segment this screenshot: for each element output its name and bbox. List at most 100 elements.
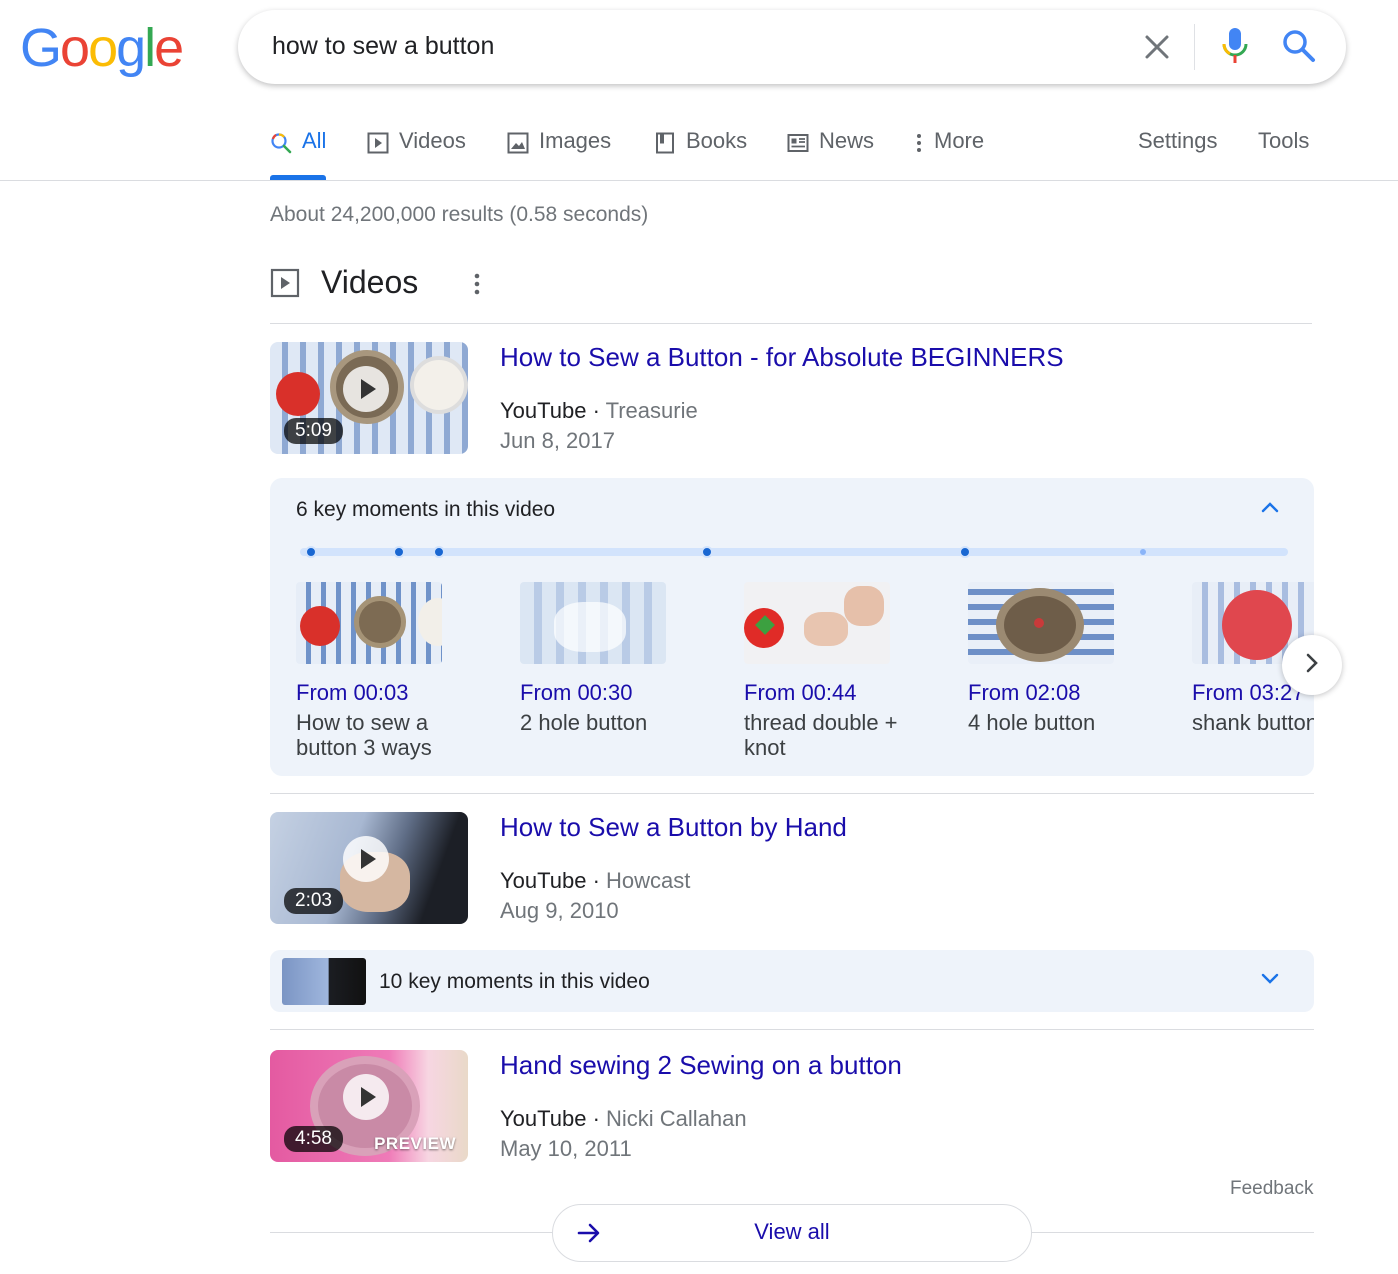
video-result: 5:09 How to Sew a Button - for Absolute … [270, 342, 1314, 462]
tools-link[interactable]: Tools [1258, 128, 1309, 180]
video-play-icon [270, 268, 300, 303]
settings-link[interactable]: Settings [1138, 128, 1218, 180]
play-icon[interactable] [343, 366, 389, 412]
video-channel: Treasurie [605, 398, 698, 423]
chevron-right-icon [1304, 652, 1320, 679]
red-button-image [276, 372, 320, 416]
video-result: 4:58 PREVIEW Hand sewing 2 Sewing on a b… [270, 1050, 1314, 1170]
key-moment-thumbnail[interactable] [520, 582, 666, 664]
tab-label: All [302, 128, 327, 153]
key-moment-thumbnail[interactable] [744, 582, 890, 664]
view-all-button[interactable]: View all [552, 1204, 1032, 1262]
result-stats: About 24,200,000 results (0.58 seconds) [270, 203, 649, 226]
video-source: YouTube · Howcast [500, 868, 691, 893]
key-moment-thumbnail[interactable] [296, 582, 442, 664]
search-icon[interactable] [1280, 26, 1318, 66]
video-date: May 10, 2011 [500, 1136, 632, 1161]
chevron-down-icon[interactable] [1260, 972, 1280, 991]
key-moment-time[interactable]: From 00:03 [296, 680, 476, 706]
video-date: Jun 8, 2017 [500, 428, 615, 453]
video-source: YouTube · Treasurie [500, 398, 698, 423]
tab-videos[interactable]: Videos [367, 128, 466, 180]
microphone-icon[interactable] [1218, 26, 1252, 66]
result-divider [270, 1029, 1314, 1030]
video-thumbnail[interactable]: 5:09 [270, 342, 468, 454]
next-moments-button[interactable] [1282, 635, 1342, 695]
search-input[interactable] [272, 32, 1092, 61]
video-title-link[interactable]: How to Sew a Button - for Absolute BEGIN… [500, 342, 1064, 373]
search-icon [270, 128, 292, 160]
timeline-marker[interactable] [305, 546, 317, 558]
tab-label: Images [539, 128, 612, 153]
key-moment-time[interactable]: From 02:08 [968, 680, 1148, 706]
video-play-icon [367, 128, 389, 160]
timeline-marker[interactable] [701, 546, 713, 558]
video-channel: Nicki Callahan [606, 1106, 747, 1131]
video-thumbnail[interactable]: 4:58 PREVIEW [270, 1050, 468, 1162]
key-moment[interactable]: From 02:08 4 hole button [968, 582, 1148, 735]
timeline-marker[interactable] [393, 546, 405, 558]
key-moment[interactable]: From 00:03 How to sew a button 3 ways [296, 582, 476, 760]
videos-section-header: Videos [270, 262, 1312, 324]
timeline-end-marker [1140, 549, 1146, 555]
logo-letter: o [88, 18, 118, 78]
key-moments-collapsed[interactable]: 10 key moments in this video [270, 950, 1314, 1012]
tab-label: Videos [399, 128, 466, 153]
google-logo[interactable]: Google [20, 18, 184, 78]
video-duration: 4:58 [284, 1126, 343, 1152]
key-moments-title: 10 key moments in this video [379, 970, 650, 993]
video-result: 2:03 How to Sew a Button by Hand YouTube… [270, 812, 1314, 932]
key-moments-title: 6 key moments in this video [296, 498, 556, 521]
video-title-link[interactable]: Hand sewing 2 Sewing on a button [500, 1050, 902, 1081]
key-moment[interactable]: From 00:30 2 hole button [520, 582, 700, 735]
key-moment-time[interactable]: From 00:44 [744, 680, 924, 706]
timeline-marker[interactable] [433, 546, 445, 558]
key-moment-label: 4 hole button [968, 710, 1096, 735]
image-icon [507, 128, 529, 160]
key-moment[interactable]: From 00:44 thread double + knot [744, 582, 924, 760]
key-moments-timeline[interactable] [300, 546, 1288, 558]
tab-news[interactable]: News [787, 128, 874, 180]
more-vertical-icon[interactable] [470, 272, 484, 301]
tab-label: More [934, 128, 985, 153]
clear-icon[interactable] [1138, 28, 1176, 66]
timeline-marker[interactable] [959, 546, 971, 558]
logo-letter: G [20, 18, 62, 78]
tab-label: News [819, 128, 875, 153]
tab-more[interactable]: More [914, 128, 984, 180]
key-moment-thumbnail[interactable] [968, 582, 1114, 664]
more-vertical-icon [914, 128, 924, 160]
feedback-link[interactable]: Feedback [1230, 1178, 1313, 1200]
video-platform: YouTube [500, 398, 587, 423]
key-moment-label: shank button [1192, 710, 1314, 735]
logo-letter: g [116, 18, 146, 78]
play-icon[interactable] [343, 1074, 389, 1120]
key-moment-time[interactable]: From 00:30 [520, 680, 700, 706]
key-moment-label: thread double + knot [744, 710, 898, 760]
video-source: YouTube · Nicki Callahan [500, 1106, 747, 1131]
view-all-label: View all [754, 1219, 830, 1244]
white-button-image [410, 356, 468, 414]
key-moment-label: 2 hole button [520, 710, 648, 735]
tab-all[interactable]: All [270, 128, 327, 180]
video-duration: 2:03 [284, 888, 343, 914]
play-icon[interactable] [343, 836, 389, 882]
video-channel: Howcast [606, 868, 691, 893]
logo-letter: e [154, 18, 184, 78]
video-date: Aug 9, 2010 [500, 898, 619, 923]
logo-letter: o [60, 18, 90, 78]
logo-letter: l [144, 18, 156, 78]
tab-label: Books [686, 128, 748, 153]
key-moments-panel: 6 key moments in this video From 00:03 H… [270, 478, 1314, 776]
video-duration: 5:09 [284, 418, 343, 444]
video-platform: YouTube [500, 1106, 587, 1131]
search-tabs: All Videos Images Books News More Settin… [0, 118, 1398, 181]
book-icon [654, 128, 676, 160]
tab-images[interactable]: Images [507, 128, 611, 180]
chevron-up-icon[interactable] [1260, 500, 1280, 519]
video-title-link[interactable]: How to Sew a Button by Hand [500, 812, 847, 843]
video-platform: YouTube [500, 868, 587, 893]
tab-books[interactable]: Books [654, 128, 747, 180]
video-thumbnail[interactable]: 2:03 [270, 812, 468, 924]
key-moment-label: How to sew a button 3 ways [296, 710, 432, 760]
